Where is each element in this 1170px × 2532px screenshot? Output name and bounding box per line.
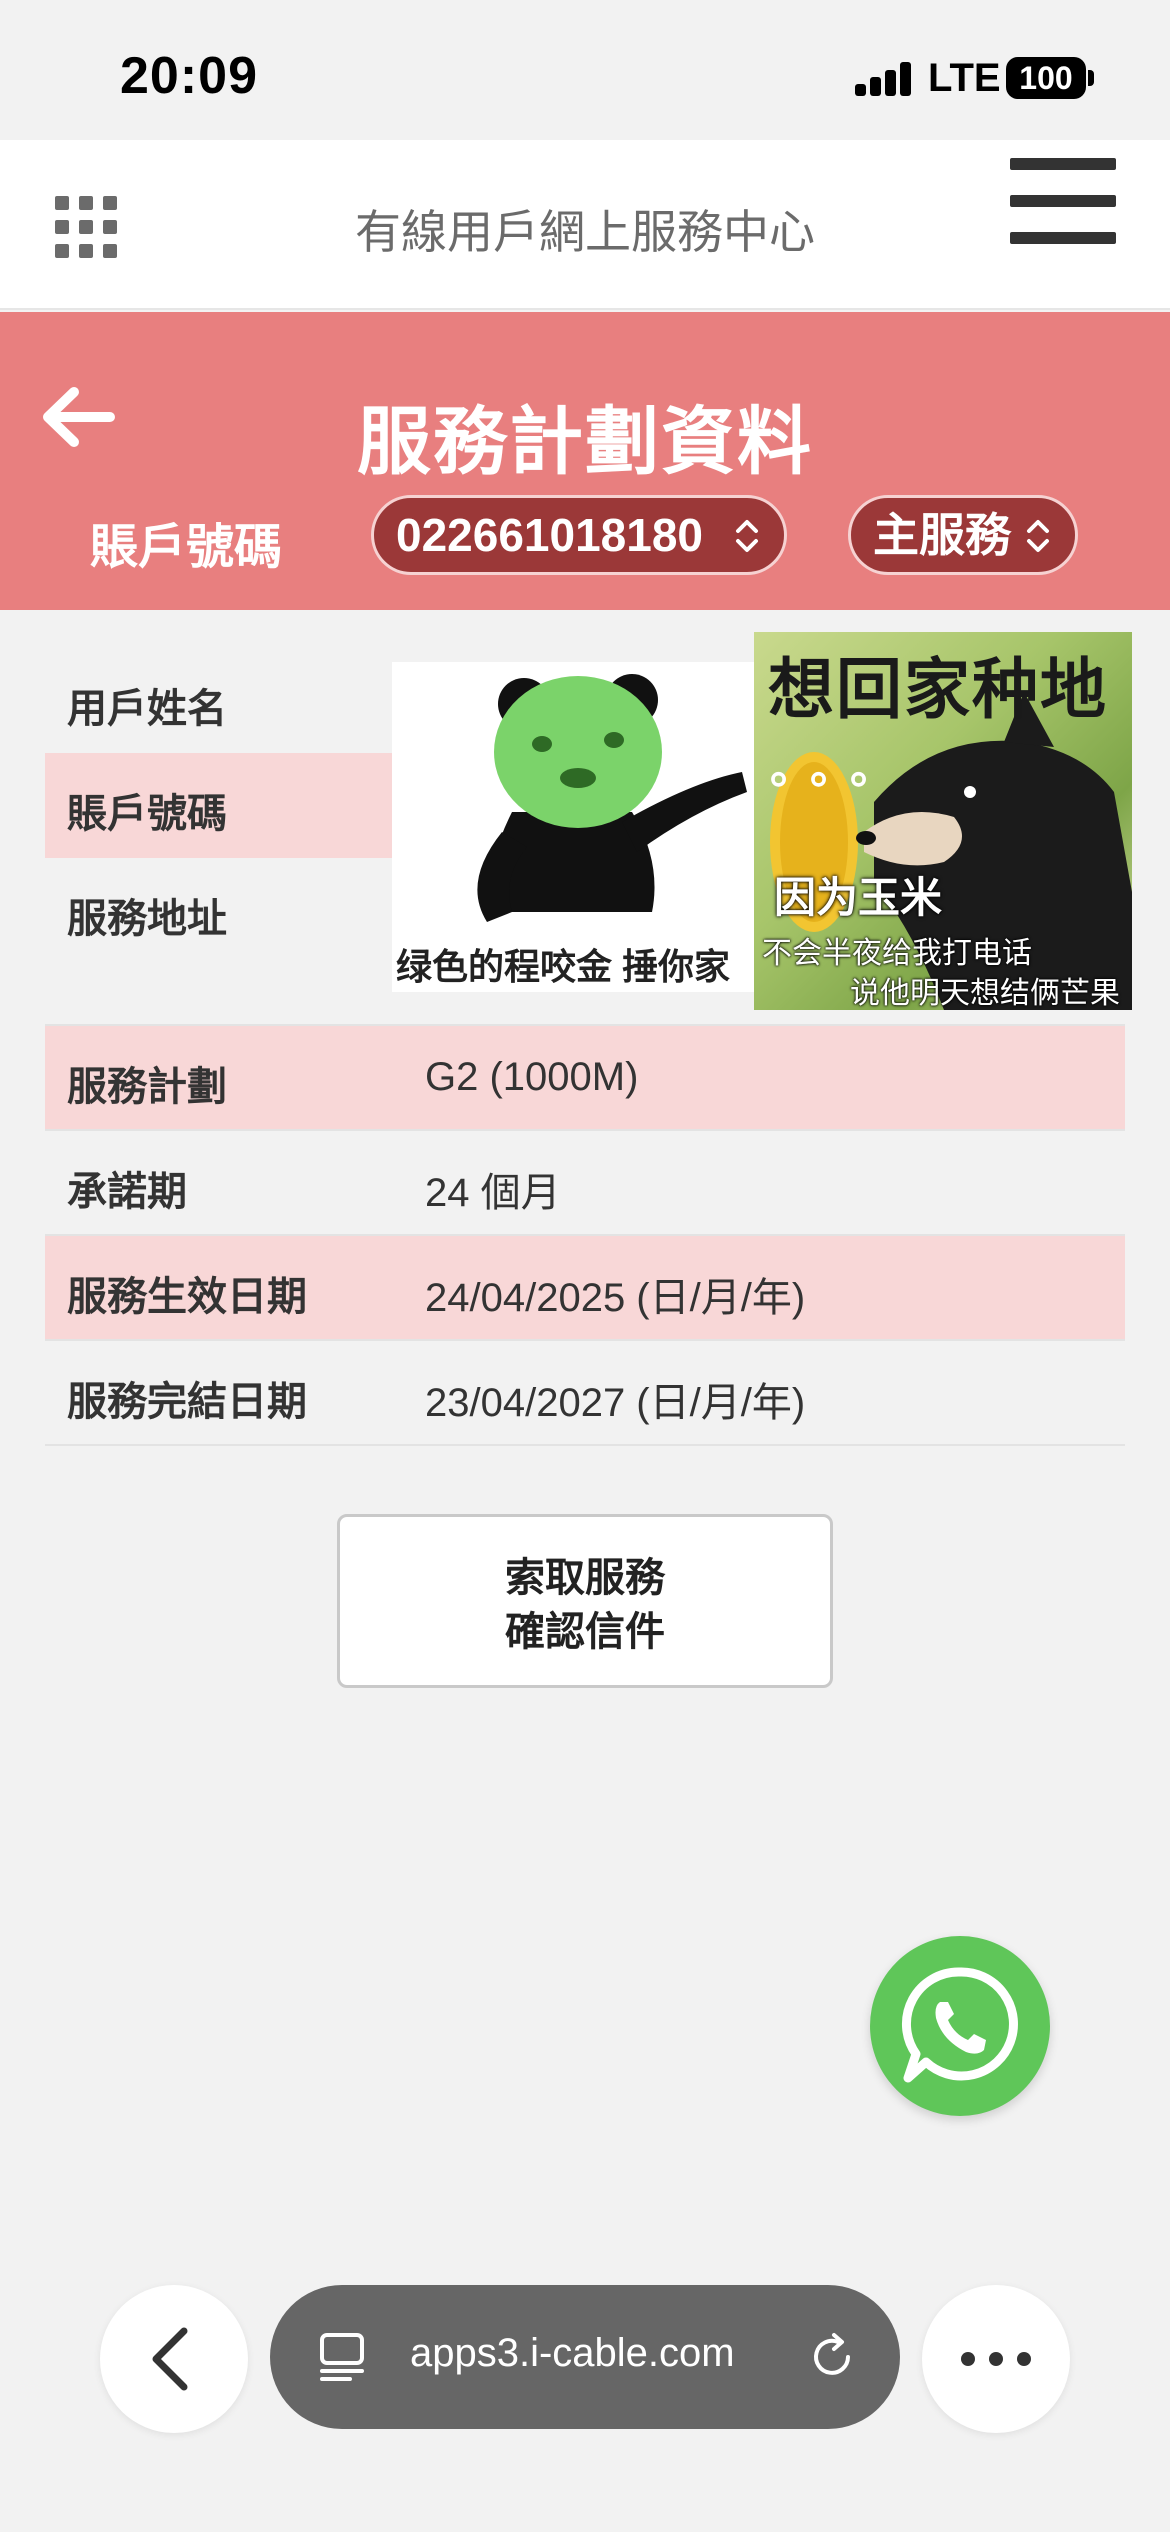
- service-select[interactable]: 主服務: [848, 495, 1078, 575]
- browser-url-bar[interactable]: apps3.i-cable.com: [270, 2285, 900, 2429]
- account-select[interactable]: 022661018180: [371, 495, 787, 575]
- chevron-updown-icon: [1027, 520, 1049, 552]
- account-select-value: 022661018180: [396, 509, 703, 561]
- browser-more-button[interactable]: [922, 2285, 1070, 2433]
- app-header: 有線用戶網上服務中心: [0, 140, 1170, 310]
- signal-icon: [855, 62, 911, 96]
- meme-image-panda: 绿色的程咬金 捶你家: [392, 662, 754, 992]
- battery-icon: 100: [1006, 57, 1086, 99]
- info-label: 用戶姓名: [67, 687, 227, 731]
- meme-caption-2: 不会半夜给我打电话: [762, 937, 1032, 970]
- tabs-icon[interactable]: [314, 2327, 374, 2387]
- chevron-updown-icon: [736, 520, 758, 552]
- network-type: LTE: [928, 56, 1001, 100]
- info-label: 服務地址: [67, 897, 227, 941]
- meme-caption-3: 说他明天想结俩芒果: [850, 977, 1120, 1010]
- header-title: 有線用戶網上服務中心: [355, 206, 815, 258]
- whatsapp-button[interactable]: [870, 1936, 1050, 2116]
- reload-icon[interactable]: [802, 2327, 862, 2387]
- status-time: 20:09: [120, 47, 258, 105]
- meme-dots: 。。。: [770, 744, 912, 793]
- ellipsis-icon: [961, 2352, 1031, 2366]
- page-banner: 服務計劃資料 賬戶號碼 022661018180 主服務: [0, 312, 1170, 610]
- request-confirmation-button[interactable]: 索取服務 確認信件: [337, 1514, 833, 1688]
- status-bar: 20:09 LTE 100: [0, 0, 1170, 140]
- panda-figure: [477, 674, 747, 922]
- service-select-value: 主服務: [873, 509, 1011, 561]
- info-label: 服務完結日期: [67, 1380, 307, 1424]
- info-label: 服務計劃: [67, 1065, 227, 1109]
- battery-tip: [1088, 70, 1094, 86]
- info-value: 24/04/2025 (日/月/年): [425, 1276, 806, 1320]
- chevron-left-icon: [152, 2327, 188, 2391]
- info-label: 服務生效日期: [67, 1275, 307, 1319]
- info-row-start-date: 服務生效日期 24/04/2025 (日/月/年): [45, 1236, 1125, 1341]
- account-label: 賬戶號碼: [90, 521, 283, 574]
- info-value: G2 (1000M): [425, 1055, 639, 1099]
- meme-image-dog: 想回家种地 。。。 因为玉米 不会半夜给我打电话 说他明天想结俩芒果: [754, 632, 1132, 1010]
- confirm-button-line1: 索取服務: [505, 1556, 665, 1600]
- menu-icon[interactable]: [1010, 158, 1116, 244]
- meme-caption-1: 因为玉米: [774, 874, 943, 921]
- info-row-commitment: 承諾期 24 個月: [45, 1131, 1125, 1236]
- page-title: 服務計劃資料: [357, 400, 813, 483]
- info-label: 承諾期: [67, 1170, 187, 1214]
- info-value: 23/04/2027 (日/月/年): [425, 1381, 806, 1425]
- meme-title: 想回家种地: [768, 652, 1108, 726]
- meme-caption: 绿色的程咬金 捶你家: [396, 946, 731, 987]
- info-row-plan: 服務計劃 G2 (1000M): [45, 1026, 1125, 1131]
- info-label: 賬戶號碼: [67, 792, 227, 836]
- confirm-button-line2: 確認信件: [505, 1610, 665, 1654]
- whatsapp-icon: [902, 1967, 1018, 2083]
- info-value: 24 個月: [425, 1171, 561, 1215]
- browser-back-button[interactable]: [100, 2285, 248, 2433]
- info-row-end-date: 服務完結日期 23/04/2027 (日/月/年): [45, 1341, 1125, 1446]
- url-text: apps3.i-cable.com: [410, 2331, 735, 2375]
